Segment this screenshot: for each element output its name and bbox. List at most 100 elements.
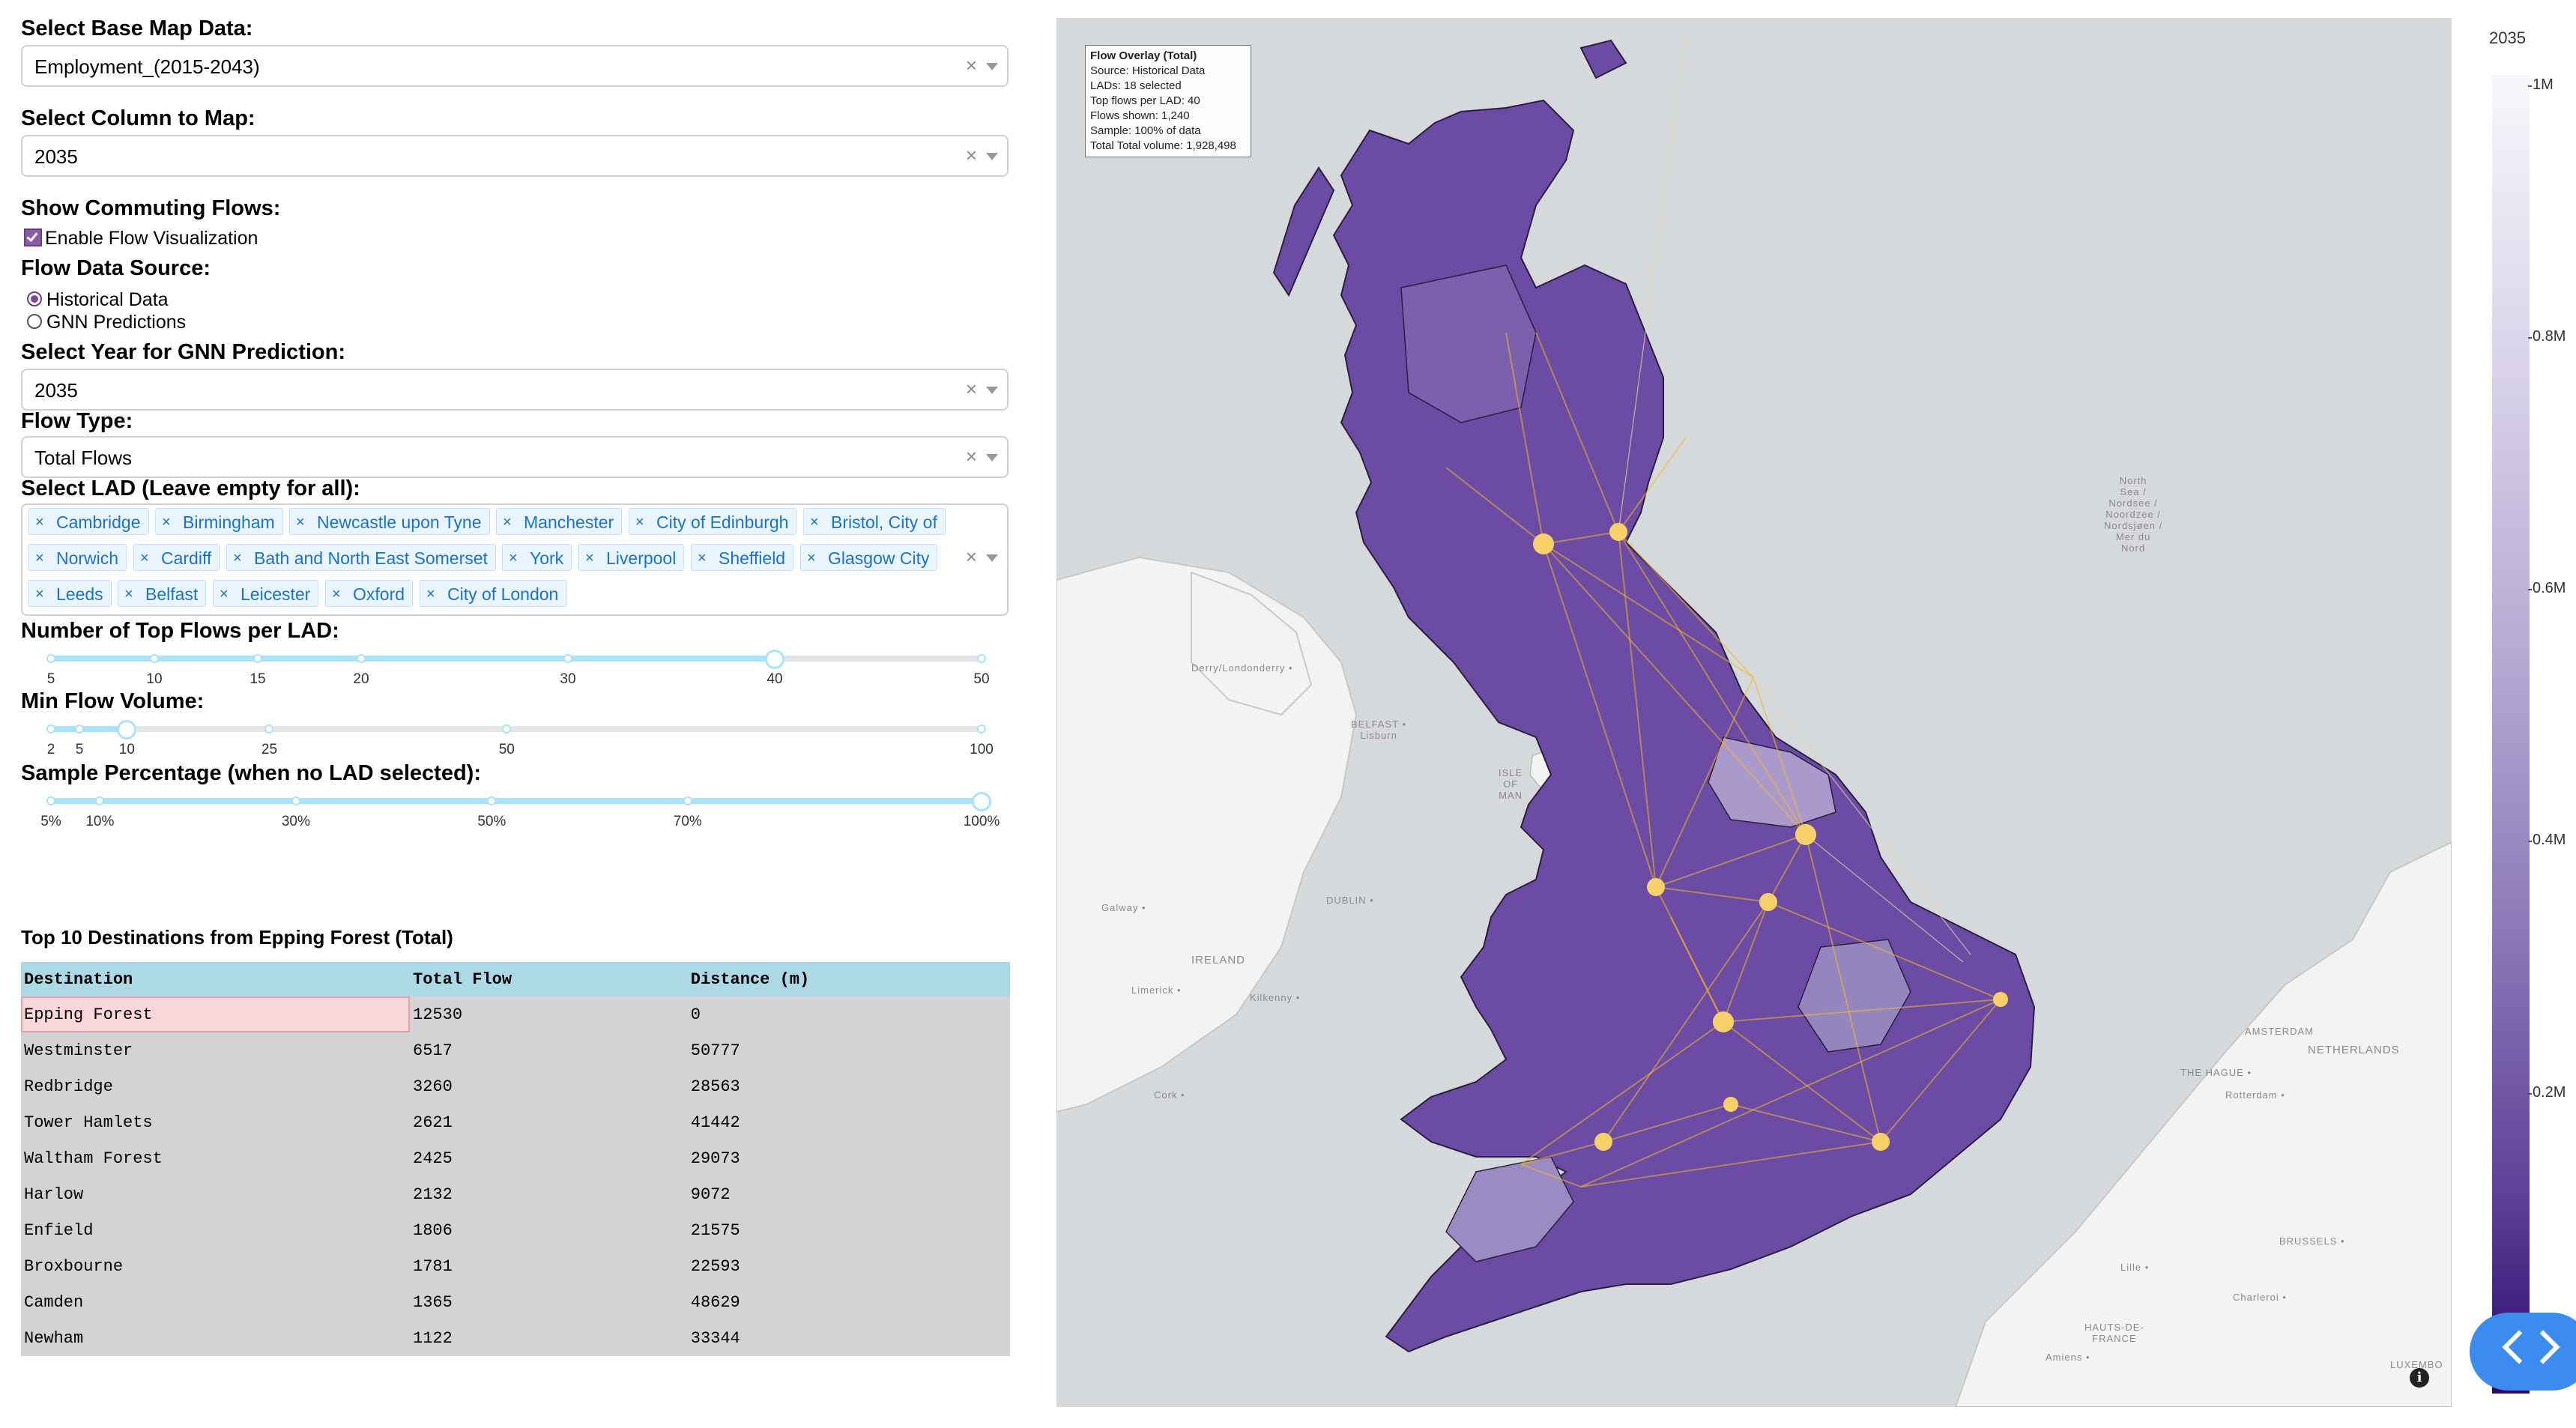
table-row[interactable]: Westminster 6517 50777 — [21, 1032, 1010, 1068]
remove-chip-icon[interactable]: × — [124, 581, 133, 608]
lad-chip[interactable]: × Bath and North East Somerset — [226, 544, 496, 571]
table-cell[interactable]: 1365 — [410, 1284, 688, 1320]
lad-chip[interactable]: × Newcastle upon Tyne — [289, 508, 490, 535]
slider-mark-dot[interactable] — [487, 796, 497, 805]
table-cell[interactable]: Harlow — [21, 1176, 411, 1212]
remove-chip-icon[interactable]: × — [635, 509, 644, 536]
table-cell[interactable]: 48629 — [687, 1284, 1010, 1320]
table-cell[interactable]: 3260 — [410, 1068, 688, 1104]
remove-chip-icon[interactable]: × — [509, 545, 518, 572]
remove-chip-icon[interactable]: × — [332, 581, 341, 608]
table-cell[interactable]: Newham — [21, 1320, 411, 1356]
clear-icon[interactable]: × — [966, 54, 977, 77]
remove-chip-icon[interactable]: × — [233, 545, 242, 572]
checkbox-checked-icon[interactable] — [24, 229, 42, 246]
code-toggle-button[interactable] — [2470, 1313, 2576, 1391]
lad-chip[interactable]: × City of London — [420, 580, 567, 608]
remove-chip-icon[interactable]: × — [807, 545, 816, 572]
remove-chip-icon[interactable]: × — [162, 509, 171, 536]
table-row[interactable]: Newham 1122 33344 — [21, 1320, 1010, 1356]
slider-mark-dot[interactable] — [291, 796, 300, 805]
radio-unselected-icon[interactable] — [27, 314, 42, 329]
table-cell[interactable]: Enfield — [21, 1212, 411, 1248]
gnn-year-dropdown[interactable]: 2035 × — [21, 369, 1009, 411]
remove-chip-icon[interactable]: × — [585, 545, 594, 572]
table-cell[interactable]: 1806 — [410, 1212, 688, 1248]
lad-multiselect[interactable]: × Cambridge × Birmingham × Newcastle upon Tyn… — [21, 503, 1009, 616]
radio-selected-icon[interactable] — [27, 291, 42, 306]
table-cell[interactable]: Broxbourne — [21, 1248, 411, 1284]
slider-handle[interactable] — [972, 792, 991, 811]
lad-chip[interactable]: × Birmingham — [155, 508, 283, 535]
clear-all-icon[interactable]: × — [966, 545, 977, 569]
slider-track[interactable] — [51, 798, 982, 804]
base-map-dropdown[interactable]: Employment_(2015-2043) × — [21, 45, 1009, 87]
enable-flow-checkbox[interactable]: Enable Flow Visualization — [24, 228, 258, 249]
slider-track[interactable] — [51, 656, 775, 662]
flow-type-dropdown[interactable]: Total Flows × — [21, 436, 1009, 478]
table-row[interactable]: Waltham Forest 2425 29073 — [21, 1140, 1010, 1176]
slider-mark-dot[interactable] — [502, 724, 512, 733]
table-cell[interactable]: 2132 — [410, 1176, 688, 1212]
table-cell[interactable]: 2621 — [410, 1104, 688, 1140]
table-cell[interactable]: 21575 — [687, 1212, 1010, 1248]
slider-handle[interactable] — [765, 650, 784, 669]
remove-chip-icon[interactable]: × — [698, 545, 707, 572]
chevron-down-icon[interactable] — [986, 454, 998, 462]
table-cell[interactable]: 29073 — [687, 1140, 1010, 1176]
table-row[interactable]: Harlow 2132 9072 — [21, 1176, 1010, 1212]
table-column-header[interactable]: Total Flow — [410, 962, 688, 996]
lad-chip[interactable]: × Leicester — [213, 580, 319, 608]
remove-chip-icon[interactable]: × — [35, 581, 44, 608]
lad-chip[interactable]: × York — [502, 544, 572, 571]
map-view[interactable]: North Sea / Nordsee / Noordzee / Nordsjøen /… — [1056, 18, 2452, 1407]
remove-chip-icon[interactable]: × — [810, 509, 819, 536]
table-column-header[interactable]: Destination — [21, 962, 411, 996]
lad-chip[interactable]: × Cambridge — [28, 508, 149, 535]
slider-mark-dot[interactable] — [75, 724, 85, 733]
remove-chip-icon[interactable]: × — [35, 545, 44, 572]
radio-gnn[interactable]: GNN Predictions — [27, 312, 186, 333]
slider-rail[interactable] — [51, 726, 982, 732]
remove-chip-icon[interactable]: × — [296, 509, 305, 536]
slider-mark-dot[interactable] — [977, 654, 986, 663]
chevron-down-icon[interactable] — [986, 387, 998, 394]
info-icon[interactable]: i — [2410, 1368, 2429, 1388]
table-cell[interactable]: Camden — [21, 1284, 411, 1320]
lad-chip[interactable]: × City of Edinburgh — [629, 508, 797, 536]
table-cell[interactable]: 12530 — [410, 996, 688, 1032]
slider-mark-dot[interactable] — [95, 796, 105, 805]
remove-chip-icon[interactable]: × — [220, 581, 229, 608]
table-cell[interactable]: 9072 — [687, 1176, 1010, 1212]
remove-chip-icon[interactable]: × — [426, 581, 435, 608]
table-cell[interactable]: 41442 — [687, 1104, 1010, 1140]
map-canvas[interactable] — [1056, 18, 2452, 1407]
chevron-down-icon[interactable] — [986, 153, 998, 160]
slider-mark-dot[interactable] — [150, 654, 159, 663]
lad-chip[interactable]: × Leeds — [28, 580, 112, 607]
lad-chip[interactable]: × Liverpool — [578, 544, 685, 572]
table-cell[interactable]: 2425 — [410, 1140, 688, 1176]
slider-mark-dot[interactable] — [264, 724, 274, 733]
lad-chip[interactable]: × Belfast — [118, 580, 207, 608]
lad-chip[interactable]: × Cardiff — [133, 544, 220, 571]
table-cell[interactable]: 0 — [687, 996, 1010, 1032]
table-row[interactable]: Broxbourne 1781 22593 — [21, 1248, 1010, 1284]
lad-chip[interactable]: × Norwich — [28, 544, 127, 571]
lad-chip[interactable]: × Oxford — [325, 580, 414, 608]
remove-chip-icon[interactable]: × — [35, 509, 44, 536]
slider-mark-dot[interactable] — [977, 724, 986, 733]
radio-historical[interactable]: Historical Data — [27, 289, 169, 311]
slider-handle[interactable] — [117, 720, 137, 739]
table-row[interactable]: Camden 1365 48629 — [21, 1284, 1010, 1320]
slider-mark-dot[interactable] — [683, 796, 692, 805]
sample-pct-slider[interactable]: 5% 10% 30% 50% 70% 100% — [40, 788, 1000, 830]
chevron-down-icon[interactable] — [986, 63, 998, 70]
slider-mark-dot[interactable] — [46, 724, 55, 733]
table-row[interactable]: Tower Hamlets 2621 41442 — [21, 1104, 1010, 1140]
table-cell[interactable]: Westminster — [21, 1032, 411, 1068]
remove-chip-icon[interactable]: × — [140, 545, 149, 572]
slider-mark-dot[interactable] — [46, 796, 55, 805]
slider-track[interactable] — [51, 726, 127, 732]
table-cell[interactable]: Redbridge — [21, 1068, 411, 1104]
